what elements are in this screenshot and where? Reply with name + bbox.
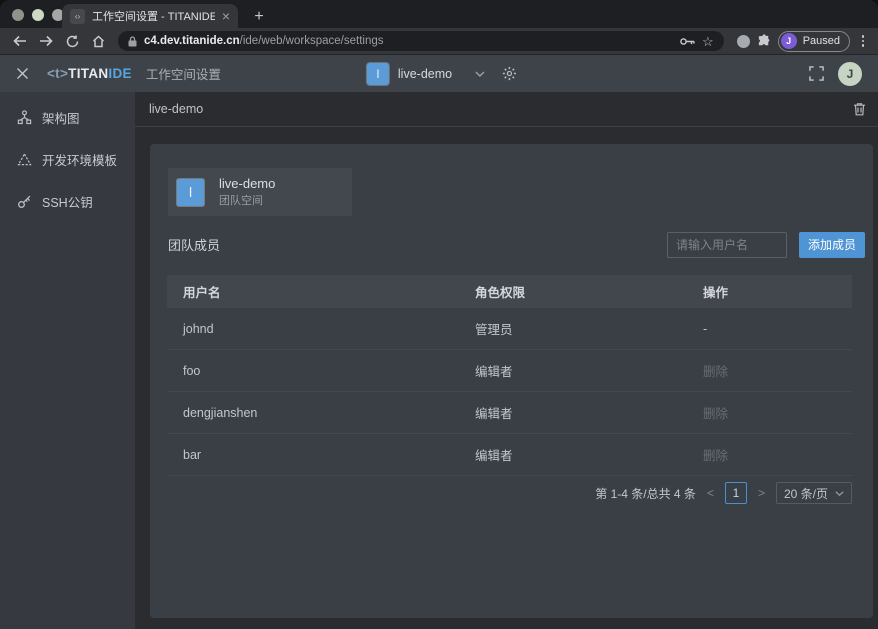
url-text: c4.dev.titanide.cn/ide/web/workspace/set… — [144, 35, 383, 47]
key-icon — [17, 194, 32, 209]
member-action-none: - — [703, 322, 852, 336]
header-right-actions: J — [809, 62, 862, 86]
members-table: 用户名 角色权限 操作 johnd 管理员 - foo 编辑者 删除 dengj… — [167, 275, 852, 476]
bookmark-star-icon[interactable]: ☆ — [702, 35, 714, 48]
workspace-card-name: live-demo — [219, 175, 275, 193]
profile-status: Paused — [803, 35, 840, 47]
breadcrumb: live-demo — [149, 102, 203, 116]
team-members-header: 团队成员 添加成员 — [168, 231, 865, 258]
sidebar: 架构图 开发环境模板 SSH公钥 — [0, 92, 135, 629]
user-avatar[interactable]: J — [838, 62, 862, 86]
col-action: 操作 — [703, 282, 852, 301]
home-icon[interactable] — [86, 30, 110, 52]
template-triangle-icon — [17, 152, 32, 167]
member-role: 编辑者 — [475, 445, 703, 464]
workspace-card-type: 团队空间 — [219, 193, 275, 210]
table-header: 用户名 角色权限 操作 — [167, 275, 852, 308]
window-close-button[interactable] — [12, 9, 24, 21]
member-delete-link[interactable]: 删除 — [703, 361, 852, 380]
member-row: johnd 管理员 - — [167, 308, 852, 350]
select-chevron-icon — [835, 491, 844, 496]
sidebar-item-dev-env-template[interactable]: 开发环境模板 — [0, 138, 135, 180]
extension-icon[interactable] — [737, 35, 750, 48]
content-top-bar: live-demo — [135, 92, 878, 127]
padlock-icon — [128, 36, 137, 47]
settings-gear-icon[interactable] — [502, 66, 517, 81]
tab-close-icon[interactable]: × — [222, 9, 230, 23]
page-title: 工作空间设置 — [146, 64, 221, 83]
password-key-icon[interactable] — [680, 37, 695, 46]
workspace-name: live-demo — [398, 67, 452, 81]
sidebar-item-label: 架构图 — [42, 108, 80, 127]
workspace-card-avatar: l — [177, 179, 204, 206]
address-bar[interactable]: c4.dev.titanide.cn/ide/web/workspace/set… — [118, 31, 724, 51]
new-tab-button[interactable]: + — [248, 6, 270, 28]
forward-icon[interactable] — [34, 30, 58, 52]
browser-window: ‹› 工作空间设置 - TITANIDE × + c4.dev.titanide… — [0, 0, 878, 629]
member-row: dengjianshen 编辑者 删除 — [167, 392, 852, 434]
member-role: 编辑者 — [475, 361, 703, 380]
pagination-next-icon[interactable]: > — [757, 486, 766, 500]
delete-workspace-trash-icon[interactable] — [853, 102, 866, 116]
window-minimize-button[interactable] — [32, 9, 44, 21]
logo-bracket: <t> — [47, 66, 68, 81]
sidebar-item-architecture[interactable]: 架构图 — [0, 96, 135, 138]
browser-tab-strip: ‹› 工作空间设置 - TITANIDE × + — [0, 0, 878, 28]
app-logo: <t>TITANIDE — [47, 66, 132, 81]
settings-panel: l live-demo 团队空间 团队成员 添加成员 用户名 角色权限 操作 — [150, 144, 873, 618]
sidebar-item-ssh-key[interactable]: SSH公钥 — [0, 180, 135, 222]
sidebar-item-label: SSH公钥 — [42, 192, 93, 211]
pagination-prev-icon[interactable]: < — [706, 486, 715, 500]
pagination-page-1[interactable]: 1 — [725, 482, 747, 504]
back-icon[interactable] — [8, 30, 32, 52]
page-size-select[interactable]: 20 条/页 — [776, 482, 852, 504]
tab-title: 工作空间设置 - TITANIDE — [92, 8, 215, 24]
section-title: 团队成员 — [168, 235, 220, 254]
logo-name: TITAN — [68, 66, 108, 81]
member-username: foo — [183, 364, 475, 378]
url-path: /ide/web/workspace/settings — [240, 35, 384, 47]
member-username: johnd — [183, 322, 475, 336]
add-member-button[interactable]: 添加成员 — [799, 232, 865, 258]
pagination-summary: 第 1-4 条/总共 4 条 — [595, 485, 696, 502]
profile-avatar: J — [781, 33, 797, 49]
member-role: 编辑者 — [475, 403, 703, 422]
member-row: bar 编辑者 删除 — [167, 434, 852, 476]
member-row: foo 编辑者 删除 — [167, 350, 852, 392]
col-role: 角色权限 — [475, 282, 703, 301]
macos-window-controls — [12, 9, 64, 21]
chevron-down-icon[interactable] — [475, 71, 485, 77]
app-header: <t>TITANIDE 工作空间设置 l live-demo J — [0, 54, 878, 92]
fullscreen-icon[interactable] — [809, 66, 824, 81]
member-username: dengjianshen — [183, 406, 475, 420]
member-delete-link[interactable]: 删除 — [703, 403, 852, 422]
logo-suffix: IDE — [108, 66, 131, 81]
reload-icon[interactable] — [60, 30, 84, 52]
branch-diagram-icon — [17, 110, 32, 125]
browser-tab[interactable]: ‹› 工作空间设置 - TITANIDE × — [62, 4, 238, 28]
browser-profile-chip[interactable]: J Paused — [778, 31, 850, 52]
app-close-icon[interactable] — [16, 67, 29, 80]
site-favicon-icon: ‹› — [70, 9, 85, 24]
member-delete-link[interactable]: 删除 — [703, 445, 852, 464]
workspace-switcher[interactable]: l live-demo — [367, 55, 517, 92]
extensions-puzzle-icon[interactable] — [757, 34, 772, 49]
workspace-avatar: l — [367, 63, 389, 85]
member-username: bar — [183, 448, 475, 462]
browser-menu-icon[interactable] — [856, 35, 870, 47]
browser-toolbar: c4.dev.titanide.cn/ide/web/workspace/set… — [0, 28, 878, 54]
workspace-card: l live-demo 团队空间 — [168, 168, 352, 216]
page-size-value: 20 条/页 — [784, 485, 828, 502]
col-username: 用户名 — [183, 282, 475, 301]
sidebar-item-label: 开发环境模板 — [42, 150, 117, 169]
username-input[interactable] — [667, 232, 787, 258]
url-host: c4.dev.titanide.cn — [144, 35, 240, 47]
work-area: 架构图 开发环境模板 SSH公钥 live-demo — [0, 92, 878, 629]
pagination: 第 1-4 条/总共 4 条 < 1 > 20 条/页 — [595, 479, 852, 507]
member-role: 管理员 — [475, 319, 703, 338]
